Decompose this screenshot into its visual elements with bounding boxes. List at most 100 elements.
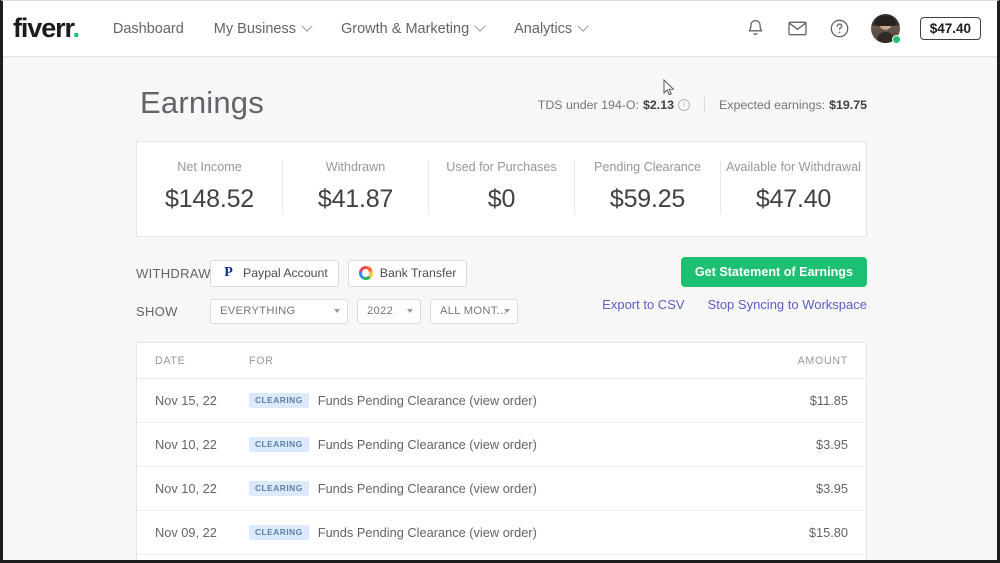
type-filter-value: EVERYTHING [220, 305, 296, 317]
stat-net-income: Net Income $148.52 [137, 160, 283, 214]
stat-withdrawn: Withdrawn $41.87 [283, 160, 429, 214]
chevron-down-icon [504, 309, 510, 313]
nav-label-growth-marketing: Growth & Marketing [341, 20, 470, 37]
nav-item-dashboard[interactable]: Dashboard [113, 21, 184, 37]
inbox-envelope-icon[interactable] [787, 18, 809, 40]
get-statement-of-earnings-button[interactable]: Get Statement of Earnings [680, 257, 867, 287]
secondary-links: Export to CSV Stop Syncing to Workspace [602, 297, 867, 312]
site-header: fiverr. Dashboard My Business Growth & M… [3, 1, 997, 57]
withdraw-label: WITHDRAW [136, 265, 211, 281]
stat-value: $148.52 [165, 185, 254, 213]
notifications-bell-icon[interactable] [745, 18, 767, 40]
table-row[interactable]: Nov 06, 22 CLEARING Funds Pending Cleara… [137, 554, 866, 560]
row-amount: $3.95 [756, 422, 866, 467]
transactions-table: DATE FOR AMOUNT Nov 15, 22 CLEARING Fund… [137, 343, 866, 560]
nav-item-analytics[interactable]: Analytics [514, 20, 589, 37]
stat-available-for-withdrawal: Available for Withdrawal $47.40 [721, 160, 866, 214]
stat-label: Available for Withdrawal [726, 160, 861, 174]
stat-label: Pending Clearance [593, 160, 702, 174]
stats-card: Net Income $148.52 Withdrawn $41.87 Used… [136, 141, 867, 237]
stat-value: $47.40 [755, 185, 832, 213]
bank-transfer-button[interactable]: Bank Transfer [347, 259, 468, 287]
expected-earnings-label: Expected earnings: [719, 97, 826, 112]
column-header-for: FOR [249, 343, 756, 379]
paypal-account-button[interactable]: P Paypal Account [210, 259, 339, 287]
row-amount: $3.95 [756, 466, 866, 511]
online-status-dot [891, 35, 901, 44]
nav-label-my-business: My Business [213, 20, 296, 37]
row-description[interactable]: Funds Pending Clearance (view order) [318, 481, 537, 496]
row-date: Nov 06, 22 [137, 554, 249, 560]
stat-value: $41.87 [317, 185, 394, 213]
table-row[interactable]: Nov 15, 22 CLEARING Funds Pending Cleara… [137, 378, 866, 423]
status-badge: CLEARING [249, 481, 309, 496]
stop-syncing-to-workspace-link[interactable]: Stop Syncing to Workspace [708, 297, 867, 312]
tds-value: $2.13 [643, 97, 675, 112]
stat-label: Withdrawn [325, 160, 386, 174]
column-header-amount: AMOUNT [756, 343, 866, 379]
transactions-card: DATE FOR AMOUNT Nov 15, 22 CLEARING Fund… [136, 342, 867, 560]
row-for: CLEARING Funds Pending Clearance (view o… [249, 510, 756, 555]
meta-divider [704, 97, 706, 112]
table-head: DATE FOR AMOUNT [137, 343, 866, 379]
row-for: CLEARING Funds Pending Clearance (view o… [249, 554, 756, 560]
year-filter-select[interactable]: 2022 [357, 298, 421, 324]
row-for: CLEARING Funds Pending Clearance (view o… [249, 378, 756, 423]
stat-used-for-purchases: Used for Purchases $0 [429, 160, 575, 214]
table-header-row: DATE FOR AMOUNT [137, 343, 866, 379]
row-date: Nov 09, 22 [137, 510, 249, 555]
status-badge: CLEARING [249, 393, 309, 408]
help-question-icon[interactable] [829, 18, 851, 40]
paypal-account-label: Paypal Account [243, 266, 328, 280]
status-badge: CLEARING [249, 437, 309, 452]
month-filter-select[interactable]: ALL MONT... [430, 298, 518, 324]
row-description[interactable]: Funds Pending Clearance (view order) [318, 437, 537, 452]
row-description[interactable]: Funds Pending Clearance (view order) [318, 393, 537, 408]
row-amount: $11.85 [756, 554, 866, 560]
month-filter-value: ALL MONT... [440, 305, 507, 317]
nav-item-growth-marketing[interactable]: Growth & Marketing [341, 20, 486, 37]
nav-item-my-business[interactable]: My Business [213, 20, 313, 37]
table-row[interactable]: Nov 10, 22 CLEARING Funds Pending Cleara… [137, 422, 866, 467]
row-for: CLEARING Funds Pending Clearance (view o… [249, 466, 756, 511]
expected-earnings-value: $19.75 [829, 97, 867, 112]
year-filter-value: 2022 [367, 305, 394, 317]
row-description[interactable]: Funds Pending Clearance (view order) [318, 525, 537, 540]
info-icon[interactable]: i [678, 98, 691, 111]
table-body: Nov 15, 22 CLEARING Funds Pending Cleara… [137, 378, 866, 560]
stat-label: Net Income [177, 160, 242, 174]
table-row[interactable]: Nov 10, 22 CLEARING Funds Pending Cleara… [137, 466, 866, 511]
type-filter-select[interactable]: EVERYTHING [210, 298, 348, 324]
header-actions: $47.40 [745, 14, 981, 44]
stat-value: $59.25 [609, 185, 686, 213]
page-content: Earnings TDS under 194-O: $2.13 i Expect… [3, 57, 997, 560]
row-date: Nov 15, 22 [137, 378, 249, 423]
balance-badge[interactable]: $47.40 [919, 17, 981, 40]
payoneer-ring-icon [358, 266, 373, 280]
show-label: SHOW [136, 303, 178, 319]
row-for: CLEARING Funds Pending Clearance (view o… [249, 422, 756, 467]
chevron-down-icon [334, 309, 340, 313]
row-date: Nov 10, 22 [137, 466, 249, 511]
stat-value: $0 [487, 185, 516, 213]
logo-dot: . [72, 13, 80, 43]
page-title: Earnings [140, 85, 264, 120]
chevron-down-icon [474, 20, 486, 32]
page-title-row: Earnings TDS under 194-O: $2.13 i Expect… [3, 57, 997, 121]
controls-area: WITHDRAW P Paypal Account Bank Transfer … [136, 257, 867, 325]
table-row[interactable]: Nov 09, 22 CLEARING Funds Pending Cleara… [137, 510, 866, 555]
logo-text: fiverr [13, 13, 74, 43]
nav-label-analytics: Analytics [514, 20, 573, 37]
main-nav: Dashboard My Business Growth & Marketing… [113, 20, 589, 37]
nav-label-dashboard: Dashboard [112, 20, 184, 37]
export-to-csv-link[interactable]: Export to CSV [602, 297, 684, 312]
stat-label: Used for Purchases [446, 160, 557, 174]
chevron-down-icon [301, 20, 313, 32]
bank-transfer-label: Bank Transfer [379, 266, 457, 280]
row-date: Nov 10, 22 [137, 422, 249, 467]
stat-pending-clearance: Pending Clearance $59.25 [575, 160, 721, 214]
fiverr-logo[interactable]: fiverr. [13, 13, 80, 43]
tds-label: TDS under 194-O: [537, 97, 639, 112]
avatar[interactable] [870, 14, 901, 44]
browser-viewport: fiverr. Dashboard My Business Growth & M… [0, 0, 1000, 563]
